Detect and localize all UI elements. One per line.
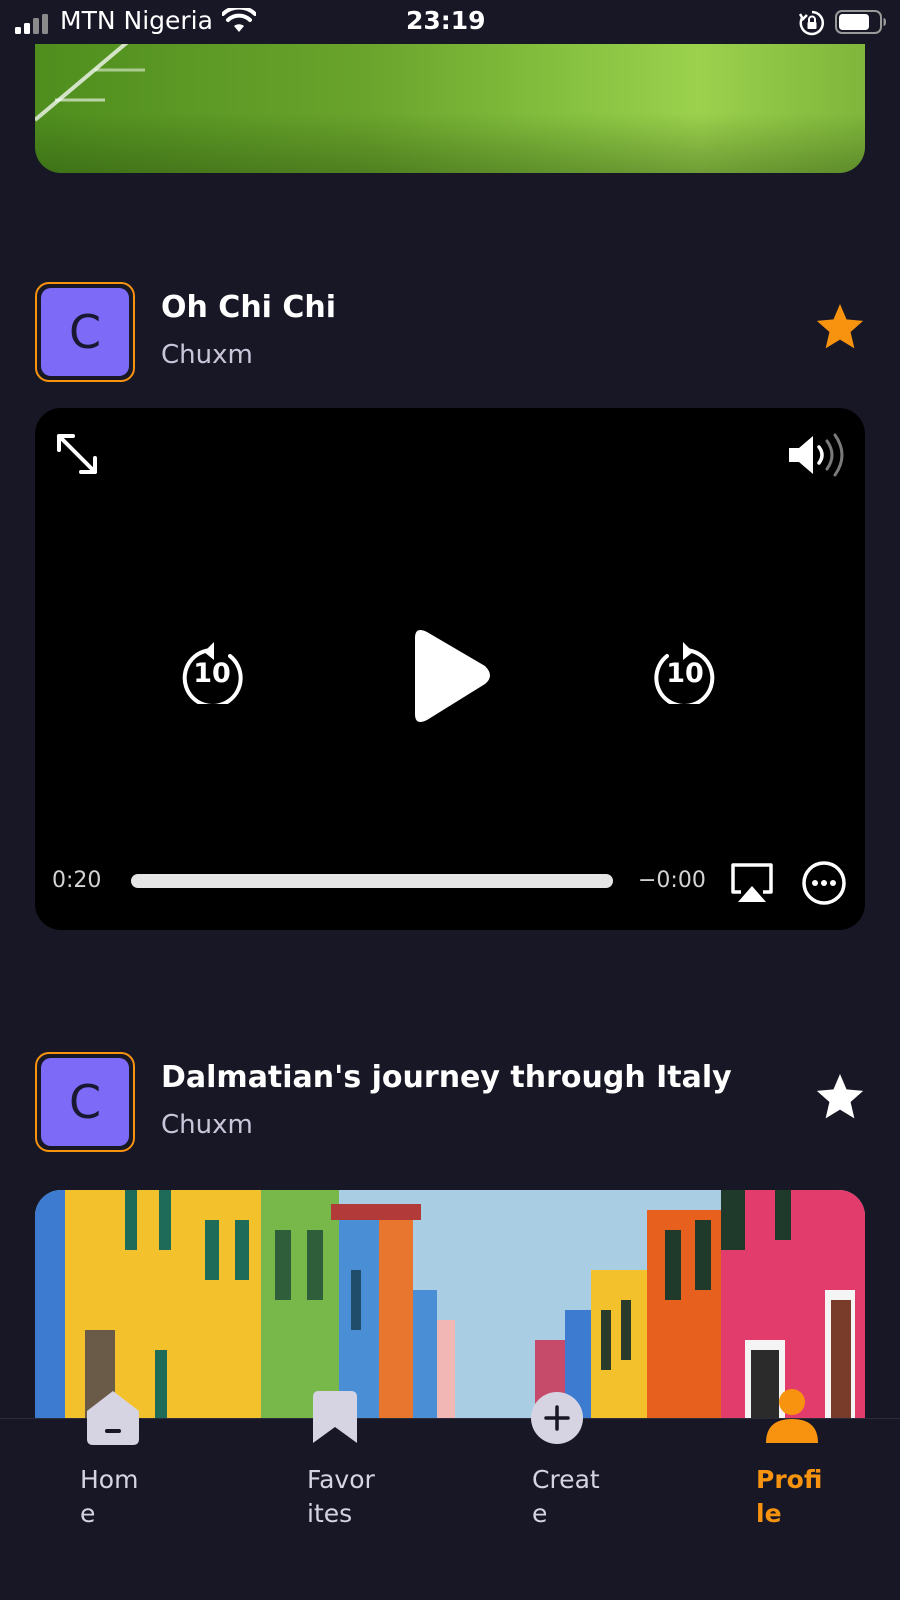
skip-back-button[interactable]: 10 — [180, 636, 244, 708]
plus-icon — [531, 1392, 583, 1444]
favorite-star-icon[interactable] — [813, 300, 867, 354]
play-icon[interactable] — [405, 626, 495, 726]
favorite-star-icon[interactable] — [813, 1070, 867, 1124]
post-author[interactable]: Chuxm — [161, 1110, 253, 1140]
avatar-letter: C — [41, 288, 129, 376]
skip-forward-seconds: 10 — [666, 658, 704, 689]
rotation-lock-icon — [799, 10, 825, 36]
post-title[interactable]: Oh Chi Chi — [161, 290, 336, 325]
more-options-icon[interactable] — [801, 860, 847, 906]
wifi-icon — [222, 8, 256, 32]
post-image-previous[interactable] — [35, 40, 865, 173]
tab-label: Home — [80, 1465, 139, 1528]
volume-icon[interactable] — [787, 432, 847, 478]
post-header: C Dalmatian's journey through Italy Chux… — [35, 1052, 865, 1152]
elapsed-time: 0:20 — [52, 868, 102, 893]
tab-label: Create — [532, 1465, 600, 1528]
fullscreen-icon[interactable] — [55, 432, 99, 476]
battery-icon — [835, 10, 886, 34]
carrier-name: MTN Nigeria — [60, 6, 213, 35]
status-bar: MTN Nigeria 23:19 — [0, 0, 900, 44]
remaining-time: −0:00 — [638, 868, 706, 893]
profile-icon — [766, 1389, 818, 1443]
tab-profile[interactable]: Profile — [756, 1389, 900, 1600]
tab-create[interactable]: Create — [531, 1392, 682, 1600]
tab-home[interactable]: Home — [80, 1391, 230, 1600]
tab-label: Profile — [756, 1465, 823, 1528]
avatar[interactable]: C — [35, 1052, 135, 1152]
post-title[interactable]: Dalmatian's journey through Italy — [161, 1060, 732, 1095]
home-icon — [87, 1391, 139, 1445]
avatar-letter: C — [41, 1058, 129, 1146]
skip-forward-button[interactable]: 10 — [653, 636, 717, 708]
post-image[interactable] — [35, 1190, 865, 1420]
video-progress-bar[interactable] — [131, 874, 613, 888]
skip-back-seconds: 10 — [193, 658, 231, 689]
signal-strength-icon — [15, 14, 48, 34]
tab-favorites[interactable]: Favorites — [307, 1391, 457, 1600]
status-time: 23:19 — [406, 6, 486, 35]
airplay-icon[interactable] — [729, 862, 775, 904]
post-header: C Oh Chi Chi Chuxm — [35, 282, 865, 382]
video-player[interactable]: 10 10 0:20 −0:00 — [35, 408, 865, 930]
bookmark-icon — [313, 1391, 357, 1443]
post-author[interactable]: Chuxm — [161, 340, 253, 370]
tab-label: Favorites — [307, 1465, 375, 1528]
avatar[interactable]: C — [35, 282, 135, 382]
bottom-tab-bar: Home Favorites Create Profile — [0, 1389, 900, 1600]
